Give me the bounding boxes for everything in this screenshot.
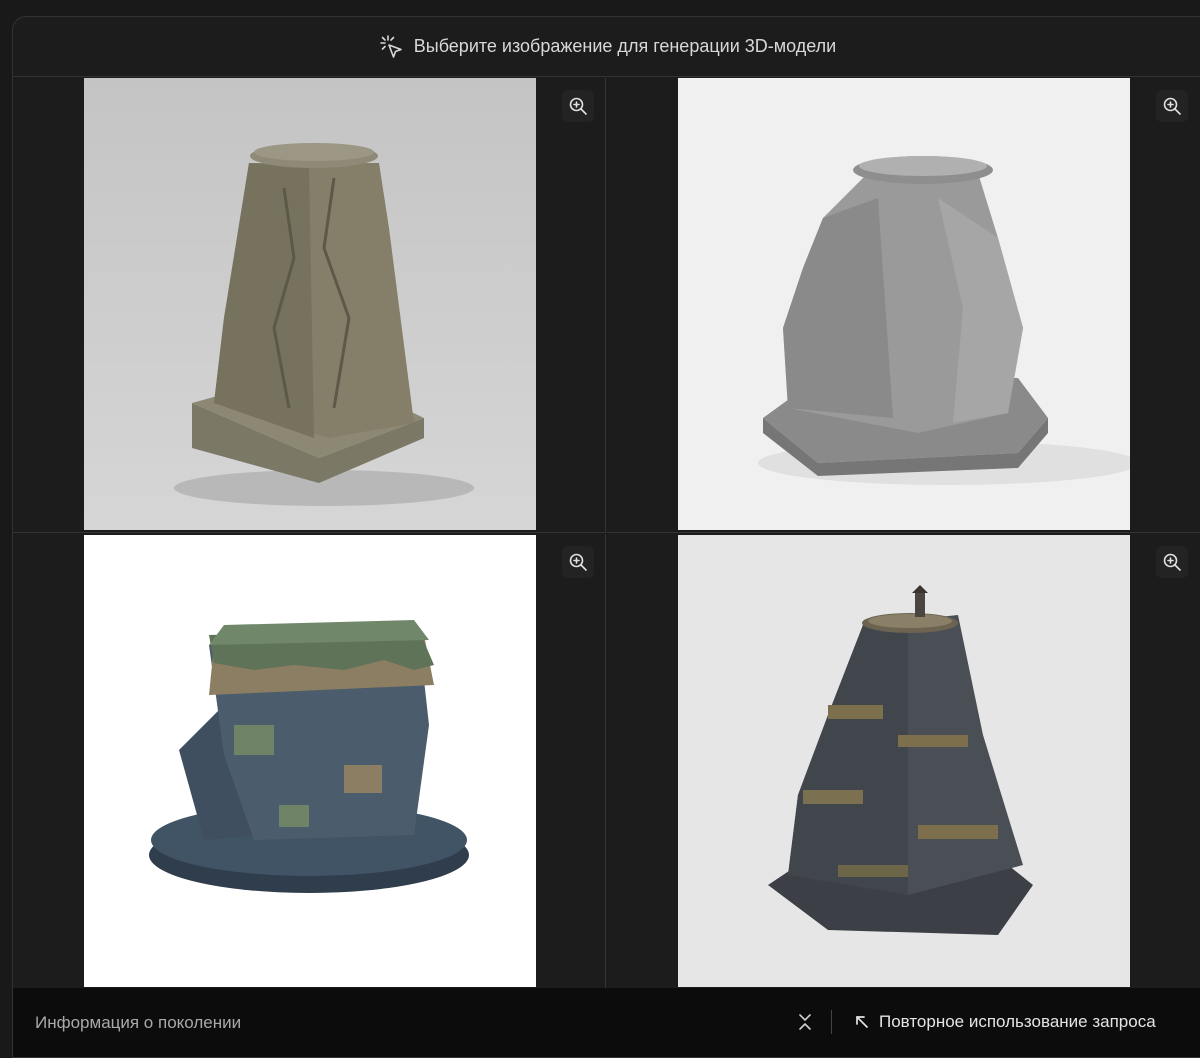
image-thumbnail[interactable] [678, 78, 1130, 530]
image-option-3[interactable] [13, 534, 606, 989]
zoom-in-icon [569, 553, 587, 571]
image-grid [13, 78, 1200, 989]
zoom-in-icon [1163, 97, 1181, 115]
panel-header: Выберите изображение для генерации 3D-мо… [13, 17, 1200, 77]
generation-info-label[interactable]: Информация о поколении [35, 1013, 241, 1033]
reuse-prompt-button[interactable]: Повторное использование запроса [855, 1010, 1156, 1034]
zoom-in-button[interactable] [1156, 90, 1188, 122]
generation-panel: Выберите изображение для генерации 3D-мо… [12, 16, 1200, 1058]
panel-footer: Информация о поколении Повторное использ… [13, 988, 1200, 1057]
zoom-in-button[interactable] [1156, 546, 1188, 578]
collapse-button[interactable] [793, 1010, 817, 1034]
image-option-4[interactable] [607, 534, 1200, 989]
image-option-2[interactable] [607, 78, 1200, 533]
arrow-up-left-icon [855, 1015, 869, 1029]
cursor-click-icon [378, 34, 404, 60]
chevrons-collapse-icon [799, 1014, 811, 1030]
zoom-in-button[interactable] [562, 90, 594, 122]
image-option-1[interactable] [13, 78, 606, 533]
footer-divider [831, 1010, 832, 1034]
image-thumbnail[interactable] [84, 535, 536, 987]
image-thumbnail[interactable] [84, 78, 536, 530]
zoom-in-icon [569, 97, 587, 115]
zoom-in-icon [1163, 553, 1181, 571]
image-thumbnail[interactable] [678, 535, 1130, 987]
page-title: Выберите изображение для генерации 3D-мо… [413, 36, 837, 56]
zoom-in-button[interactable] [562, 546, 594, 578]
reuse-prompt-label: Повторное использование запроса [879, 1012, 1156, 1031]
